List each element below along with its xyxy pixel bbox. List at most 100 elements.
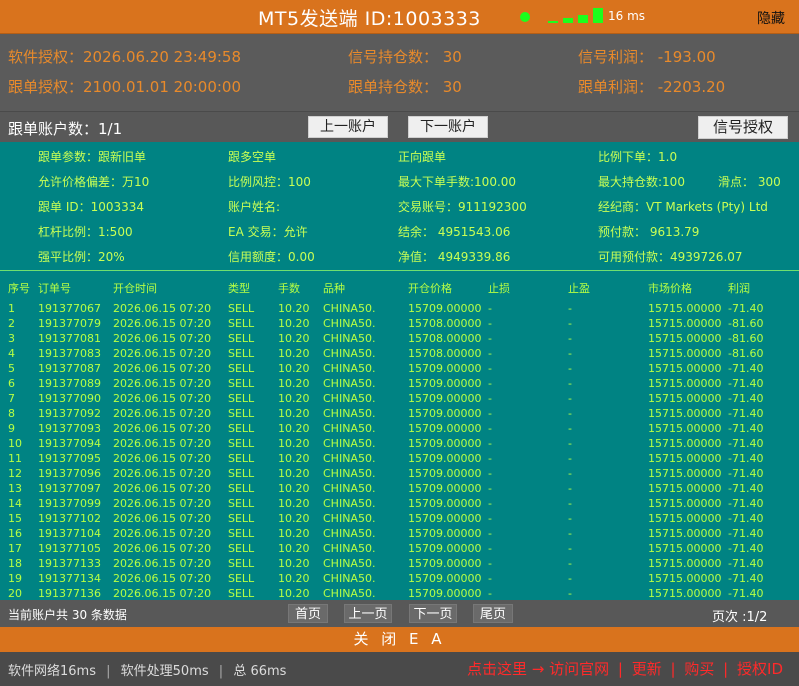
col-open-price: 15709.00000 (408, 557, 482, 570)
col-symbol: CHINA50. (323, 392, 376, 405)
col-profit: -71.40 (728, 422, 764, 435)
first-page-button[interactable]: 首页 (288, 604, 328, 623)
trade-account: 交易账号：911192300 (398, 200, 527, 214)
col-lots: 10.20 (278, 497, 310, 510)
col-order: 191377089 (38, 377, 101, 390)
table-row[interactable]: 8 191377092 2026.06.15 07:20 SELL 10.20 CHINA… (0, 407, 799, 422)
table-row[interactable]: 14 191377099 2026.06.15 07:20 SELL 10.20 CHIN… (0, 497, 799, 512)
prev-page-button[interactable]: 上一页 (344, 604, 392, 623)
signal-license-button[interactable]: 信号授权 (698, 116, 788, 139)
col-take-profit: - (568, 467, 572, 480)
table-row[interactable]: 10 191377094 2026.06.15 07:20 SELL 10.20 CHIN… (0, 437, 799, 452)
last-page-button[interactable]: 尾页 (473, 604, 513, 623)
col-open-price: 15709.00000 (408, 302, 482, 315)
col-type: SELL (228, 482, 255, 495)
col-take-profit: - (568, 542, 572, 555)
prev-account-button[interactable]: 上一账户 (308, 116, 388, 138)
col-index: 10 (8, 437, 22, 450)
col-lots: 10.20 (278, 452, 310, 465)
col-stop-loss: - (488, 437, 492, 450)
table-row[interactable]: 11 191377095 2026.06.15 07:20 SELL 10.20 CHIN… (0, 452, 799, 467)
col-type: SELL (228, 527, 255, 540)
prepaid-margin: 预付款： 9613.79 (598, 225, 700, 239)
table-row[interactable]: 13 191377097 2026.06.15 07:20 SELL 10.20 CHIN… (0, 482, 799, 497)
col-open-price: 15709.00000 (408, 452, 482, 465)
table-row[interactable]: 6 191377089 2026.06.15 07:20 SELL 10.20 CHINA… (0, 377, 799, 392)
table-row[interactable]: 3 191377081 2026.06.15 07:20 SELL 10.20 CHINA… (0, 332, 799, 347)
col-take-profit: - (568, 497, 572, 510)
col-take-profit: - (568, 377, 572, 390)
col-market-price: 15715.00000 (648, 467, 722, 480)
col-order: 191377067 (38, 302, 101, 315)
status-bar: 软件网络16ms | 软件处理50ms | 总 66ms 点击这里 → 访问官网… (0, 652, 799, 686)
account-panel: 跟单参数：跟新旧单 跟多空单 正向跟单 比例下单：1.0 允许价格偏差：万10 … (0, 142, 799, 600)
visit-website-link[interactable]: 点击这里 → 访问官网 (467, 660, 609, 678)
close-bar: 关 闭 E A (0, 627, 799, 652)
hide-button[interactable]: 隐藏 (757, 8, 785, 28)
table-row[interactable]: 1 191377067 2026.06.15 07:20 SELL 10.20 CHINA… (0, 302, 799, 317)
col-order: 191377099 (38, 497, 101, 510)
col-open-time: 2026.06.15 07:20 (113, 512, 212, 525)
col-open-time: 2026.06.15 07:20 (113, 302, 212, 315)
page-indicator: 页次 :1/2 (712, 610, 768, 625)
col-profit: -71.40 (728, 302, 764, 315)
next-page-button[interactable]: 下一页 (409, 604, 457, 623)
col-stop-loss: - (488, 497, 492, 510)
table-row[interactable]: 16 191377104 2026.06.15 07:20 SELL 10.20 CHIN… (0, 527, 799, 542)
col-order: 191377104 (38, 527, 101, 540)
table-row[interactable]: 18 191377133 2026.06.15 07:20 SELL 10.20 CHIN… (0, 557, 799, 572)
next-account-button[interactable]: 下一账户 (408, 116, 488, 138)
col-stop-loss: - (488, 542, 492, 555)
license-info-panel: 软件授权：2026.06.20 23:49:58 跟单授权：2100.01.01… (0, 34, 799, 111)
account-name: 账户姓名: (228, 200, 281, 214)
col-market-price: 15715.00000 (648, 377, 722, 390)
table-row[interactable]: 12 191377096 2026.06.15 07:20 SELL 10.20 CHIN… (0, 467, 799, 482)
signal-profit: 信号利润： -193.00 (578, 48, 716, 66)
table-row[interactable]: 5 191377087 2026.06.15 07:20 SELL 10.20 CHINA… (0, 362, 799, 377)
table-row[interactable]: 4 191377083 2026.06.15 07:20 SELL 10.20 CHINA… (0, 347, 799, 362)
col-index: 18 (8, 557, 22, 570)
col-take-profit: - (568, 362, 572, 375)
col-order: 191377096 (38, 467, 101, 480)
account-bar: 跟单账户数：1/1 上一账户 下一账户 信号授权 (0, 111, 799, 142)
slippage: 滑点： 300 (718, 175, 781, 189)
col-type: SELL (228, 347, 255, 360)
table-row[interactable]: 17 191377105 2026.06.15 07:20 SELL 10.20 CHIN… (0, 542, 799, 557)
table-row[interactable]: 2 191377079 2026.06.15 07:20 SELL 10.20 CHINA… (0, 317, 799, 332)
follow-id: 跟单 ID：1003334 (38, 200, 145, 214)
col-market-price: 15715.00000 (648, 512, 722, 525)
col-open-price: 15709.00000 (408, 437, 482, 450)
col-market-price: 15715.00000 (648, 587, 722, 600)
col-profit: -71.40 (728, 482, 764, 495)
table-row[interactable]: 15 191377102 2026.06.15 07:20 SELL 10.20 CHIN… (0, 512, 799, 527)
balance: 结余： 4951543.06 (398, 225, 511, 239)
close-ea-button[interactable]: 关 闭 E A (0, 627, 799, 652)
links: 点击这里 → 访问官网 | 更新 | 购买 | 授权ID (467, 660, 783, 678)
header-col-order: 订单号 (38, 282, 71, 295)
ea-trading: EA 交易：允许 (228, 225, 308, 239)
col-open-price: 15709.00000 (408, 407, 482, 420)
col-lots: 10.20 (278, 542, 310, 555)
col-symbol: CHINA50. (323, 452, 376, 465)
col-take-profit: - (568, 332, 572, 345)
col-order: 191377105 (38, 542, 101, 555)
col-take-profit: - (568, 557, 572, 570)
col-open-time: 2026.06.15 07:20 (113, 347, 212, 360)
col-profit: -71.40 (728, 527, 764, 540)
table-row[interactable]: 9 191377093 2026.06.15 07:20 SELL 10.20 CHINA… (0, 422, 799, 437)
update-link[interactable]: 更新 (632, 660, 662, 678)
license-id-link[interactable]: 授权ID (737, 660, 783, 678)
col-symbol: CHINA50. (323, 497, 376, 510)
table-row[interactable]: 7 191377090 2026.06.15 07:20 SELL 10.20 CHINA… (0, 392, 799, 407)
buy-link[interactable]: 购买 (684, 660, 714, 678)
table-row[interactable]: 19 191377134 2026.06.15 07:20 SELL 10.20 CHIN… (0, 572, 799, 587)
col-market-price: 15715.00000 (648, 452, 722, 465)
col-index: 13 (8, 482, 22, 495)
col-take-profit: - (568, 572, 572, 585)
col-stop-loss: - (488, 587, 492, 600)
col-stop-loss: - (488, 512, 492, 525)
header-col-market-price: 市场价格 (648, 282, 692, 295)
col-profit: -71.40 (728, 587, 764, 600)
col-lots: 10.20 (278, 527, 310, 540)
col-take-profit: - (568, 392, 572, 405)
